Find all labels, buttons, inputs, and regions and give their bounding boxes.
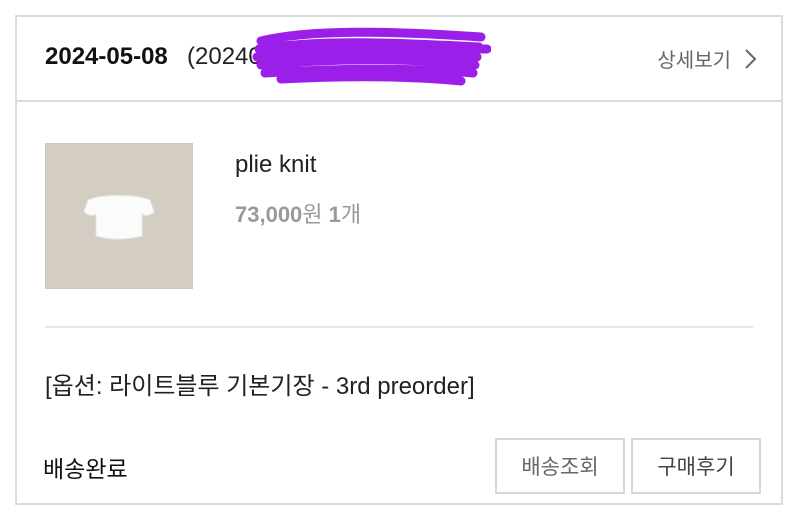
detail-link-label: 상세보기 — [657, 50, 731, 72]
track-delivery-button[interactable]: 배송조회 — [495, 438, 625, 494]
detail-link[interactable]: 상세보기 — [657, 44, 757, 73]
quantity-value: 1 — [328, 202, 341, 227]
redaction-scribble — [252, 27, 491, 86]
price-value: 73,000 — [235, 202, 303, 227]
divider — [45, 326, 753, 328]
product-price: 73,000원 1개 — [235, 197, 361, 229]
delivery-status: 배송완료 — [43, 456, 128, 482]
order-card: 2024-05-08 (20240508 상세보기 plie knit 73,0… — [15, 15, 783, 505]
product-option: [옵션: 라이트블루 기본기장 - 3rd preorder] — [45, 373, 475, 400]
quantity-unit: 개 — [340, 202, 362, 227]
price-unit: 원 — [302, 202, 323, 227]
chevron-right-icon — [745, 48, 757, 69]
write-review-button[interactable]: 구매후기 — [631, 438, 761, 494]
knit-top-illustration — [83, 195, 155, 240]
order-date: 2024-05-08 — [45, 43, 168, 70]
product-image[interactable] — [45, 143, 193, 289]
product-name[interactable]: plie knit — [235, 151, 316, 179]
order-header: 2024-05-08 (20240508 상세보기 — [17, 17, 781, 102]
